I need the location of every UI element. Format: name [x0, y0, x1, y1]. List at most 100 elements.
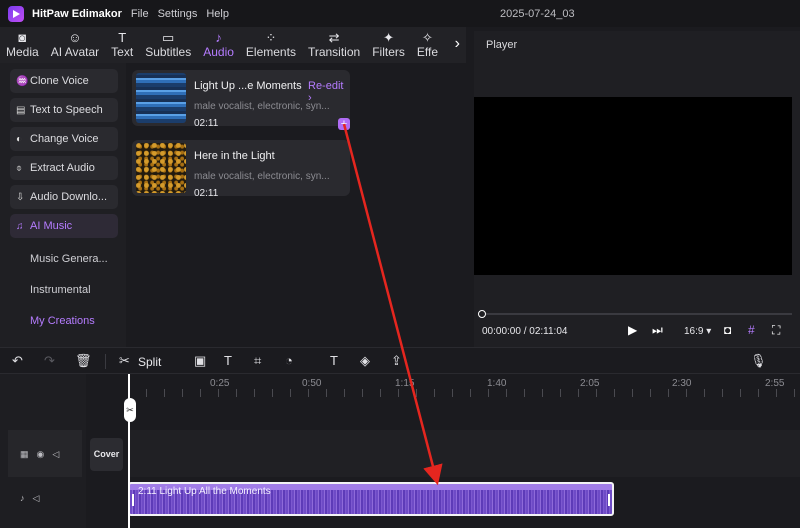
music-list: Light Up ...e Moments Re-edit › male voc… — [126, 63, 466, 347]
audio-icon: ♪ — [215, 30, 222, 45]
timeline-toolbar: ↶ ↷ 🗑 ✂ Split ▣ T ⌗ ◔ T ◈ ⇪ 🎙 — [0, 347, 800, 374]
sidebar-item-audio-download[interactable]: ⇩ Audio Downlo... — [10, 185, 118, 209]
tab-text[interactable]: T Text — [105, 27, 139, 63]
playback-time: 00:00:00 / 02:11:04 — [482, 326, 568, 337]
music-card[interactable]: Here in the Light male vocalist, electro… — [132, 140, 350, 199]
menu-file[interactable]: File — [131, 8, 149, 20]
music-duration: 02:11 — [194, 118, 219, 129]
playback-scrubber[interactable] — [482, 313, 792, 315]
tab-subtitles[interactable]: ▭ Subtitles — [139, 27, 197, 63]
sidebar-item-text-to-speech[interactable]: ▤ Text to Speech — [10, 98, 118, 122]
audio-clip[interactable]: 2:11 Light Up All the Moments — [128, 482, 614, 516]
media-icon: ◙ — [18, 30, 27, 45]
app-name: HitPaw Edimakor — [32, 7, 122, 20]
subtitles-icon: ▭ — [162, 30, 175, 45]
timeline-ruler[interactable]: 0:25 0:50 1:15 1:40 2:05 2:30 2:55 — [128, 374, 800, 398]
tab-elements[interactable]: ⁘ Elements — [240, 27, 302, 63]
tick-label: 1:15 — [395, 378, 415, 389]
snapshot-icon[interactable]: ◘ — [724, 323, 731, 337]
add-to-timeline-button[interactable]: + — [338, 118, 350, 130]
clip-trim-handle-left[interactable] — [132, 494, 134, 506]
title-bar: HitPaw Edimakor File Settings Help 2025-… — [0, 0, 800, 27]
aspect-ratio-select[interactable]: 16:9 ▾ — [684, 326, 711, 337]
music-note-icon: ♫ — [16, 220, 24, 232]
text-to-speech-icon: ▤ — [16, 104, 26, 116]
app-logo-icon — [8, 5, 24, 22]
tab-audio[interactable]: ♪ Audio — [197, 27, 240, 63]
cover-button[interactable]: Cover — [90, 438, 123, 471]
fullscreen-icon[interactable]: ⛶ — [772, 323, 780, 338]
toolbar-divider — [105, 354, 106, 369]
sticker-icon[interactable]: ◈ — [360, 353, 370, 369]
next-frame-icon[interactable]: ⏭ — [652, 323, 663, 338]
clip-trim-handle-right[interactable] — [608, 494, 610, 506]
delete-icon[interactable]: 🗑 — [75, 353, 92, 369]
crop-icon[interactable]: ⌗ — [254, 353, 261, 369]
clone-voice-icon: ♒ — [16, 75, 29, 87]
music-title: Here in the Light — [194, 150, 275, 162]
ai-avatar-icon: ☺ — [68, 30, 82, 45]
play-icon[interactable]: ▶ — [628, 323, 637, 337]
tick-label: 0:50 — [302, 378, 322, 389]
tick-label: 1:40 — [487, 378, 507, 389]
menu-help[interactable]: Help — [206, 8, 229, 20]
player-header: Player — [486, 39, 518, 51]
feature-tabs: ◙ Media ☺ AI Avatar T Text ▭ Subtitles ♪ Audi… — [0, 27, 466, 63]
music-title: Light Up ...e Moments — [194, 80, 302, 92]
microphone-record-icon[interactable]: 🎙 — [750, 353, 767, 369]
music-description: male vocalist, electronic, syn... — [194, 171, 330, 182]
chevron-right-icon[interactable]: › — [455, 35, 460, 53]
sidebar-subitem-music-generator[interactable]: Music Genera... — [10, 243, 118, 274]
sidebar-subitem-instrumental[interactable]: Instrumental — [10, 274, 118, 305]
project-title: 2025-07-24_03 — [500, 8, 575, 20]
sidebar-subitem-my-creations[interactable]: My Creations — [10, 305, 118, 336]
split-button[interactable]: Split — [138, 355, 161, 369]
scissors-icon[interactable]: ✂ — [119, 353, 130, 369]
audio-track-controls-icon[interactable]: ♪◁ — [20, 493, 47, 504]
speed-icon[interactable]: ◔ — [285, 353, 293, 368]
transition-icon: ⇄ — [328, 30, 340, 45]
change-voice-icon: ◐ — [16, 133, 23, 145]
filters-icon: ✦ — [383, 30, 394, 45]
grid-icon[interactable]: # — [748, 323, 755, 337]
video-track[interactable] — [128, 430, 800, 477]
tab-filters[interactable]: ✦ Filters — [366, 27, 411, 63]
player-preview — [474, 97, 792, 275]
music-duration: 02:11 — [194, 188, 219, 199]
music-description: male vocalist, electronic, syn... — [194, 101, 330, 112]
track-controls-icon[interactable]: ▦◉◁ — [20, 449, 67, 460]
text-icon: T — [118, 30, 127, 45]
ruler-ticks — [128, 389, 800, 397]
audio-sidebar: ♒ Clone Voice ▤ Text to Speech ◐ Change Voi… — [0, 63, 126, 347]
elements-icon: ⁘ — [265, 30, 277, 45]
export-icon[interactable]: ⇪ — [391, 353, 402, 369]
sidebar-item-extract-audio[interactable]: ⌽ Extract Audio — [10, 156, 118, 180]
sidebar-item-ai-music[interactable]: ♫ AI Music — [10, 214, 118, 238]
download-icon: ⇩ — [16, 191, 25, 203]
tab-effects[interactable]: ✧ Effe — [411, 27, 444, 63]
add-text-icon[interactable]: T — [330, 353, 338, 368]
scrubber-handle[interactable] — [478, 310, 486, 318]
sidebar-item-change-voice[interactable]: ◐ Change Voice — [10, 127, 118, 151]
undo-icon[interactable]: ↶ — [12, 353, 23, 369]
tab-media[interactable]: ◙ Media — [0, 27, 45, 63]
text-tool-icon[interactable]: T — [224, 353, 232, 368]
playhead-handle-icon[interactable]: ✂ — [124, 398, 136, 422]
tab-transition[interactable]: ⇄ Transition — [302, 27, 366, 63]
sidebar-item-clone-voice[interactable]: ♒ Clone Voice — [10, 69, 118, 93]
tab-ai-avatar[interactable]: ☺ AI Avatar — [45, 27, 105, 63]
microphone-icon: ⌽ — [16, 162, 22, 174]
effects-icon: ✧ — [421, 30, 433, 45]
tick-label: 2:30 — [672, 378, 692, 389]
music-thumbnail — [136, 73, 186, 123]
music-card[interactable]: Light Up ...e Moments Re-edit › male voc… — [132, 70, 350, 130]
tick-label: 0:25 — [210, 378, 230, 389]
tick-label: 2:05 — [580, 378, 600, 389]
freeze-frame-icon[interactable]: ▣ — [194, 353, 206, 369]
menu-settings[interactable]: Settings — [158, 8, 198, 20]
clip-label: 2:11 Light Up All the Moments — [138, 486, 271, 497]
tick-label: 2:55 — [765, 378, 785, 389]
player-panel: Player 00:00:00 / 02:11:04 ▶ ⏭ 16:9 ▾ ◘ … — [474, 31, 800, 347]
music-thumbnail — [136, 143, 186, 193]
redo-icon[interactable]: ↷ — [44, 353, 55, 369]
